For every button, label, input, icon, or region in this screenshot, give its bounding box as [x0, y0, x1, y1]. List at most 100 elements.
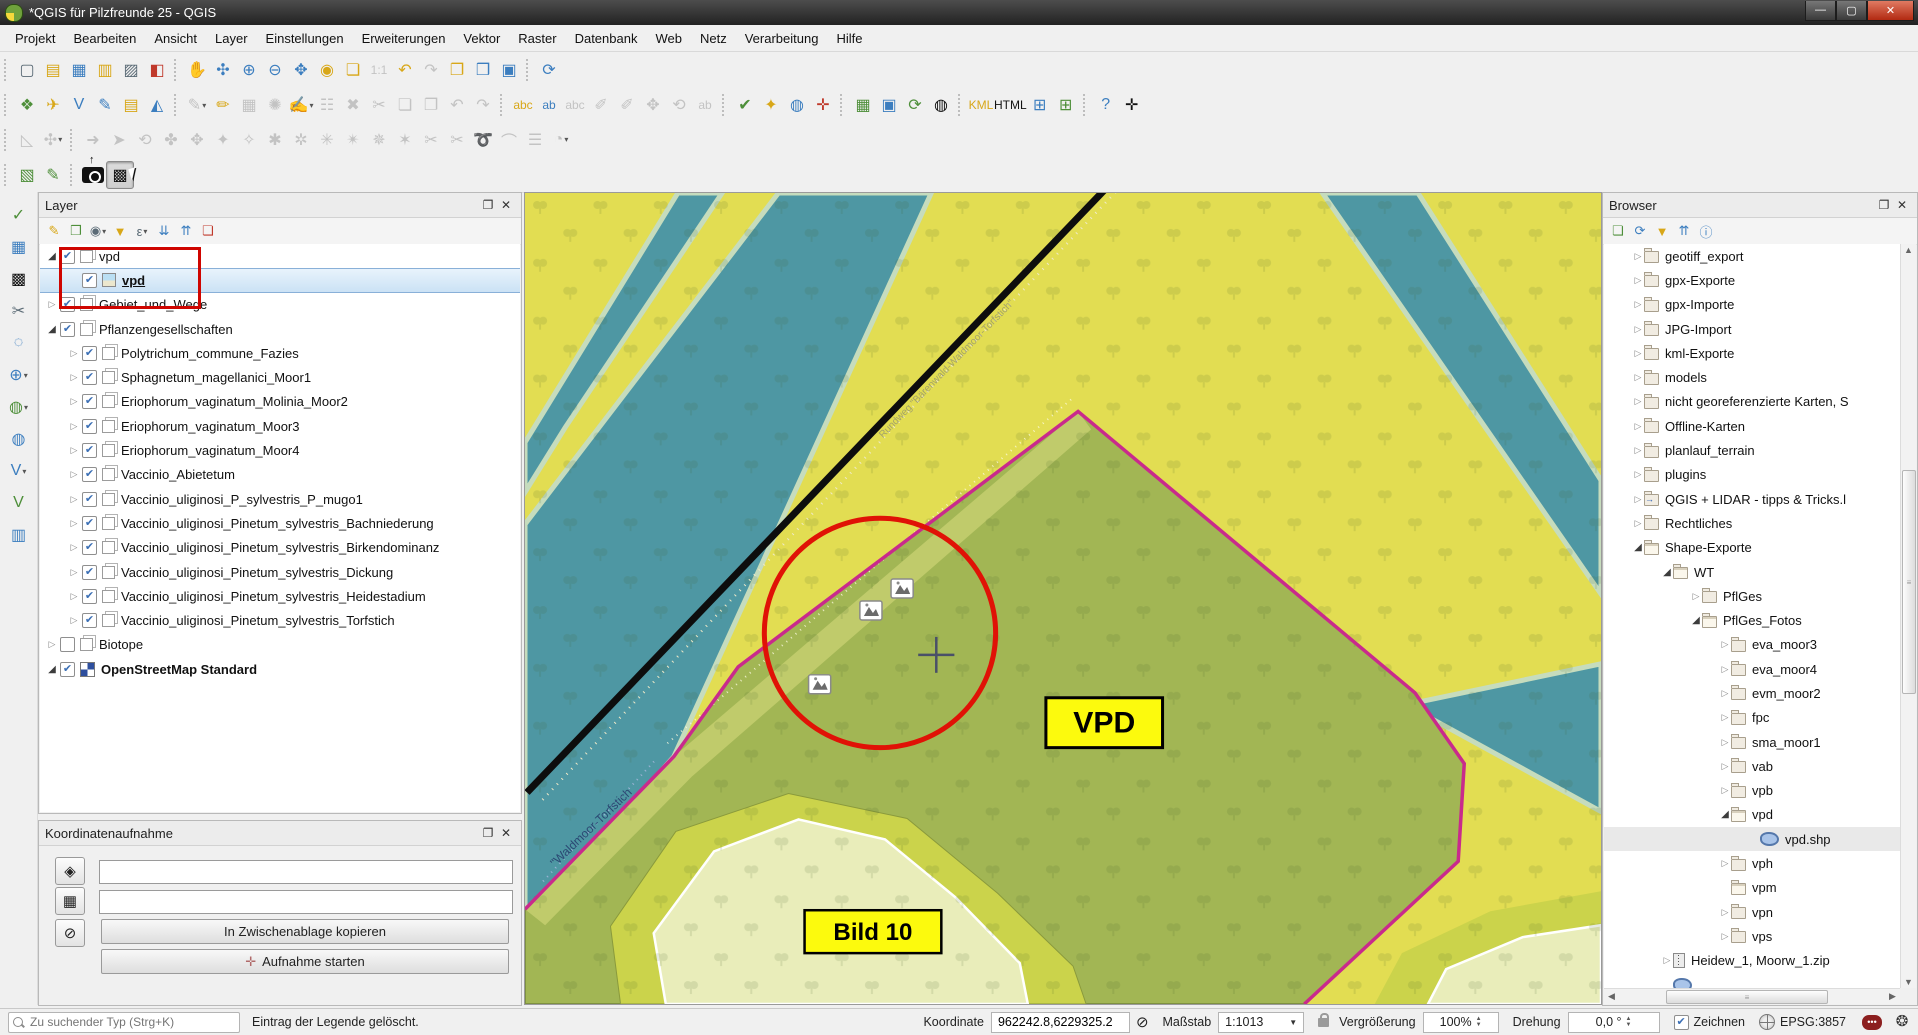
spatialite-grid-icon[interactable]: ▦: [6, 234, 32, 260]
properties-widget-icon[interactable]: ⓘ: [1695, 220, 1717, 242]
layer-checkbox[interactable]: ✔: [82, 565, 97, 580]
copy-move-feature-icon[interactable]: ➤: [106, 127, 132, 153]
coords-float-icon[interactable]: ❐: [479, 825, 497, 841]
dark-grid-icon[interactable]: ▩: [6, 266, 32, 292]
expander-icon[interactable]: ▷: [1632, 251, 1644, 262]
mergin-sync-icon[interactable]: ⟳: [902, 92, 928, 118]
vertical-scroll-thumb[interactable]: ≡: [1902, 470, 1916, 694]
layer-checkbox[interactable]: ✔: [82, 589, 97, 604]
browser-tree-row[interactable]: vpm: [1604, 876, 1901, 900]
labeling-rules-icon[interactable]: abc: [562, 92, 588, 118]
add-selected-layers-icon[interactable]: ❏: [1607, 220, 1629, 242]
export-kml-icon[interactable]: KML: [968, 92, 994, 118]
vector-tool-1-icon[interactable]: V▾: [6, 458, 32, 484]
browser-tree-row[interactable]: ▷vpn: [1604, 900, 1901, 924]
save-project-icon[interactable]: ▦: [66, 57, 92, 83]
style-manager-icon[interactable]: ◧: [144, 57, 170, 83]
vertex-tool-icon[interactable]: ✍▾: [288, 92, 314, 118]
offline-editing-icon[interactable]: ▣: [876, 92, 902, 118]
mouse-extents-icon[interactable]: ⊘: [1136, 1013, 1149, 1031]
crosshair-tool-icon[interactable]: ✛: [1119, 92, 1145, 118]
layer-tree-row[interactable]: ▷✔Vaccinio_uliginosi_Pinetum_sylvestris_…: [40, 511, 520, 535]
browser-tree-row[interactable]: ▷vph: [1604, 851, 1901, 875]
delete-ring-icon[interactable]: ✱: [262, 127, 288, 153]
expander-icon[interactable]: ▷: [1632, 396, 1644, 407]
zoom-last-icon[interactable]: ↶: [392, 57, 418, 83]
zoom-native-icon[interactable]: 1:1: [366, 57, 392, 83]
photo-marker-1[interactable]: [891, 579, 913, 598]
browser-tree-row[interactable]: ▷models: [1604, 365, 1901, 389]
layer-tree-row[interactable]: ▷✔Vaccinio_uliginosi_Pinetum_sylvestris_…: [40, 560, 520, 584]
browser-tree-row[interactable]: ▷kml-Exporte: [1604, 341, 1901, 365]
zoom-to-selection-icon[interactable]: ◉: [314, 57, 340, 83]
browser-horizontal-scrollbar[interactable]: ◀ ≡ ▶: [1604, 988, 1900, 1004]
expander-icon[interactable]: ▷: [68, 542, 80, 553]
browser-tree-row[interactable]: ▷vpb: [1604, 779, 1901, 803]
layer-tree-row[interactable]: ▷✔Vaccinio_uliginosi_Pinetum_sylvestris_…: [40, 536, 520, 560]
browser-tree-row[interactable]: ▷Rechtliches: [1604, 511, 1901, 535]
browser-tree-row[interactable]: ▷eva_moor4: [1604, 657, 1901, 681]
expander-icon[interactable]: ▷: [1632, 494, 1644, 505]
browser-tree-row[interactable]: ▷sma_moor1: [1604, 730, 1901, 754]
expander-icon[interactable]: ◢: [1719, 809, 1731, 820]
coordinate-field-1[interactable]: [99, 860, 513, 884]
browser-tree-row[interactable]: ◢WT: [1604, 560, 1901, 584]
highlight-labels-icon[interactable]: ✐: [614, 92, 640, 118]
cut-features-icon[interactable]: ✂: [366, 92, 392, 118]
scroll-up-icon[interactable]: ▲: [1901, 245, 1916, 255]
browser-close-icon[interactable]: ✕: [1893, 197, 1911, 213]
expander-icon[interactable]: ▷: [1719, 688, 1731, 699]
layer-tree-row[interactable]: ▷✔Eriophorum_vaginatum_Moor3: [40, 414, 520, 438]
globe-tool-1-icon[interactable]: ◍▾: [6, 394, 32, 420]
expander-icon[interactable]: ▷: [1632, 348, 1644, 359]
vector-tool-2-icon[interactable]: V: [6, 490, 32, 516]
expander-icon[interactable]: ▷: [1632, 324, 1644, 335]
clip-tool-icon[interactable]: ✂: [6, 298, 32, 324]
maximize-button[interactable]: ▢: [1836, 1, 1867, 21]
menu-erweiterungen[interactable]: Erweiterungen: [353, 27, 455, 50]
expander-icon[interactable]: ▷: [1719, 737, 1731, 748]
layer-tree-row[interactable]: ◢✔Pflanzengesellschaften: [40, 317, 520, 341]
browser-tree-row[interactable]: vpd.shp: [1604, 827, 1901, 851]
filter-browser-icon[interactable]: ▼: [1651, 220, 1673, 242]
lock-scale-icon[interactable]: [1318, 1018, 1329, 1027]
current-edits-icon[interactable]: ✎▾: [184, 92, 210, 118]
messages-bubble-icon[interactable]: •••: [1862, 1015, 1882, 1030]
close-button[interactable]: ✕: [1867, 1, 1914, 21]
layer-checkbox[interactable]: ✔: [82, 492, 97, 507]
add-part-icon[interactable]: ✦: [210, 127, 236, 153]
browser-tree-row[interactable]: ▷Heidew_1, Moorw_1.zip: [1604, 949, 1901, 973]
expander-icon[interactable]: ▷: [1661, 955, 1673, 966]
layers-float-icon[interactable]: ❐: [479, 197, 497, 213]
menu-projekt[interactable]: Projekt: [6, 27, 64, 50]
change-label-icon[interactable]: ab: [692, 92, 718, 118]
tasks-icon[interactable]: ❂: [1894, 1014, 1910, 1030]
browser-tree-row[interactable]: ▷vps: [1604, 924, 1901, 948]
browser-tree-row[interactable]: ▷PflGes: [1604, 584, 1901, 608]
collapse-all-icon[interactable]: ⇈: [175, 220, 197, 242]
new-bookmark-icon[interactable]: ❒: [470, 57, 496, 83]
horizontal-scroll-thumb[interactable]: ≡: [1666, 990, 1828, 1004]
browser-tree-row[interactable]: [1604, 973, 1901, 988]
scroll-right-icon[interactable]: ▶: [1885, 991, 1900, 1002]
layer-diagram-icon[interactable]: ab: [536, 92, 562, 118]
expander-icon[interactable]: ▷: [46, 639, 58, 650]
expander-icon[interactable]: ▷: [1719, 858, 1731, 869]
layer-tree-row[interactable]: ▷✔Vaccinio_uliginosi_Pinetum_sylvestris_…: [40, 584, 520, 608]
db-manager-icon[interactable]: ▦: [850, 92, 876, 118]
map-canvas[interactable]: Rundweg "Bärenwald-Waldmoor-Torfstich" "…: [524, 192, 1602, 1005]
expander-icon[interactable]: ▷: [1690, 591, 1702, 602]
layer-tree-row[interactable]: ▷✔Vaccinio_uliginosi_P_sylvestris_P_mugo…: [40, 487, 520, 511]
help-contents-icon[interactable]: ?: [1093, 92, 1119, 118]
map-theme-green-icon[interactable]: ▧: [14, 162, 40, 188]
redo-icon[interactable]: ↷: [470, 92, 496, 118]
open-data-source-manager-icon[interactable]: ❖: [14, 92, 40, 118]
menu-bearbeiten[interactable]: Bearbeiten: [64, 27, 145, 50]
split-features-icon[interactable]: ✵: [366, 127, 392, 153]
rotate-label-icon[interactable]: ⟲: [666, 92, 692, 118]
menu-datenbank[interactable]: Datenbank: [566, 27, 647, 50]
add-ring-icon[interactable]: ✥: [184, 127, 210, 153]
layer-tree-row[interactable]: ▷✔Vaccinio_Abietetum: [40, 463, 520, 487]
menu-verarbeitung[interactable]: Verarbeitung: [736, 27, 828, 50]
add-group-icon[interactable]: ❒: [65, 220, 87, 242]
